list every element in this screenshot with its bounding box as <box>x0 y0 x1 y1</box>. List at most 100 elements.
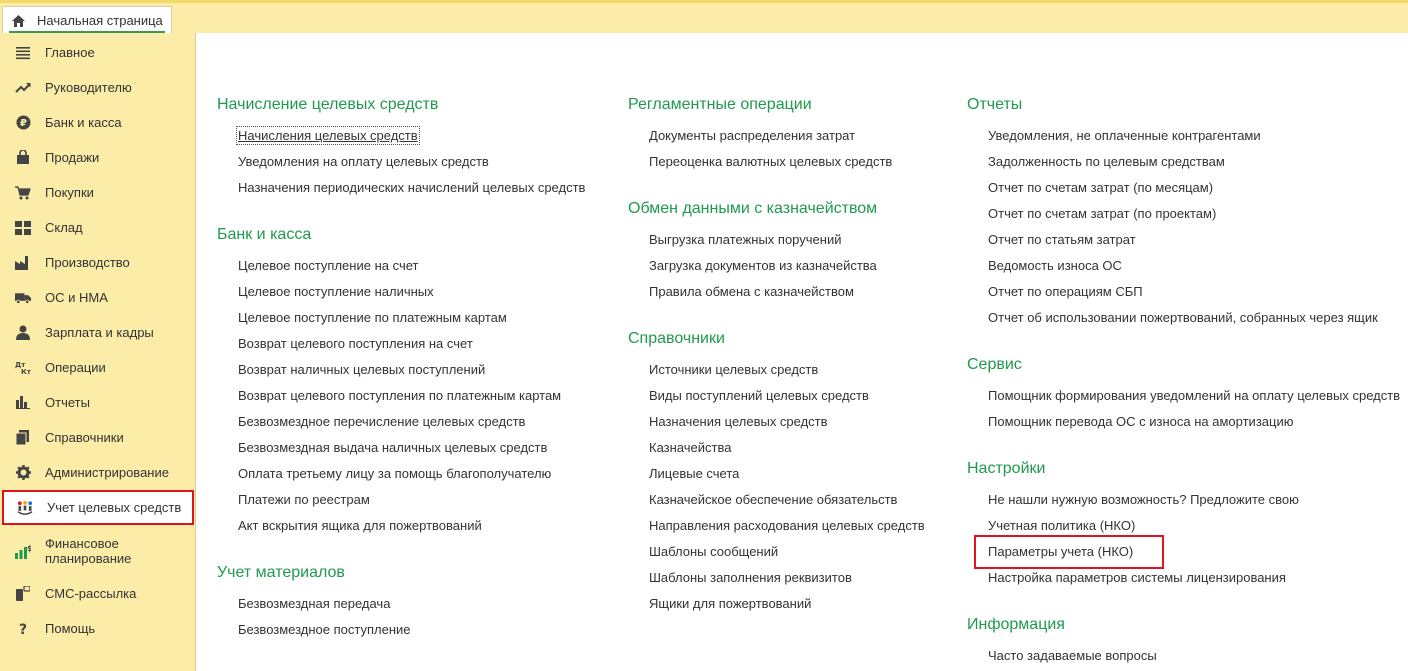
link-report-5[interactable]: Отчет по статьям затрат <box>988 232 1136 247</box>
link-bank-4[interactable]: Возврат целевого поступления на счет <box>238 336 473 351</box>
sidebar-item-label: Администрирование <box>45 465 169 480</box>
link-settings-4[interactable]: Настройка параметров системы лицензирова… <box>988 570 1286 585</box>
link-settings-2[interactable]: Учетная политика (НКО) <box>988 518 1135 533</box>
sidebar-item-label: Покупки <box>45 185 94 200</box>
link-treasury-1[interactable]: Выгрузка платежных поручений <box>649 232 841 247</box>
link-bank-5[interactable]: Возврат наличных целевых поступлений <box>238 362 485 377</box>
sidebar-item-label: ОС и НМА <box>45 290 108 305</box>
sidebar-item-bank[interactable]: ₽ Банк и касса <box>0 105 196 140</box>
link-bank-7[interactable]: Безвозмездное перечисление целевых средс… <box>238 414 525 429</box>
link-bank-11[interactable]: Акт вскрытия ящика для пожертвований <box>238 518 482 533</box>
sidebar-item-label: Финансовое планирование <box>45 536 131 566</box>
sidebar-item-target-funds[interactable]: Учет целевых средств <box>2 490 194 525</box>
sidebar-item-sms[interactable]: СМС-рассылка <box>0 576 196 611</box>
home-tab[interactable]: Начальная страница <box>2 6 172 34</box>
factory-icon <box>15 255 31 271</box>
group-title-treasury-exchange: Обмен данными с казначейством <box>628 200 878 217</box>
link-dir-10[interactable]: Ящики для пожертвований <box>649 596 811 611</box>
sidebar-item-production[interactable]: Производство <box>0 245 196 280</box>
link-dir-3[interactable]: Назначения целевых средств <box>649 414 828 429</box>
link-bank-10[interactable]: Платежи по реестрам <box>238 492 370 507</box>
sidebar-item-label: Склад <box>45 220 83 235</box>
question-icon: ? <box>15 621 31 637</box>
dt-kt-icon: Дт Кт <box>15 360 31 376</box>
sidebar-item-label: Помощь <box>45 621 96 636</box>
sidebar-item-operations[interactable]: Дт Кт Операции <box>0 350 196 385</box>
sidebar-item-sales[interactable]: Продажи <box>0 140 196 175</box>
sidebar-item-label: Продажи <box>45 150 100 165</box>
link-bank-1[interactable]: Целевое поступление на счет <box>238 258 418 273</box>
link-materials-1[interactable]: Безвозмездная передача <box>238 596 390 611</box>
link-report-7[interactable]: Отчет по операциям СБП <box>988 284 1143 299</box>
link-accounting-parameters[interactable]: Параметры учета (НКО) <box>988 544 1133 559</box>
link-report-6[interactable]: Ведомость износа ОС <box>988 258 1122 273</box>
link-dir-7[interactable]: Направления расходования целевых средств <box>649 518 925 533</box>
link-dir-5[interactable]: Лицевые счета <box>649 466 739 481</box>
link-bank-3[interactable]: Целевое поступление по платежным картам <box>238 310 507 325</box>
shopping-bag-icon <box>15 150 31 166</box>
sidebar-item-label: Главное <box>45 45 95 60</box>
link-payment-notices[interactable]: Уведомления на оплату целевых средств <box>238 154 489 169</box>
link-report-4[interactable]: Отчет по счетам затрат (по проектам) <box>988 206 1216 221</box>
link-periodic-accruals[interactable]: Назначения периодических начислений целе… <box>238 180 585 195</box>
link-settings-1[interactable]: Не нашли нужную возможность? Предложите … <box>988 492 1299 507</box>
sidebar-item-manager[interactable]: Руководителю <box>0 70 196 105</box>
sidebar-item-label: Банк и касса <box>45 115 122 130</box>
menu-lines-icon <box>15 45 31 61</box>
link-regulatory-1[interactable]: Документы распределения затрат <box>649 128 855 143</box>
link-treasury-3[interactable]: Правила обмена с казначейством <box>649 284 854 299</box>
trend-up-icon <box>15 80 31 96</box>
link-regulatory-2[interactable]: Переоценка валютных целевых средств <box>649 154 892 169</box>
group-title-regulatory: Регламентные операции <box>628 96 812 113</box>
sidebar-item-label: Операции <box>45 360 106 375</box>
link-report-3[interactable]: Отчет по счетам затрат (по месяцам) <box>988 180 1213 195</box>
link-dir-6[interactable]: Казначейское обеспечение обязательств <box>649 492 897 507</box>
link-dir-4[interactable]: Казначейства <box>649 440 731 455</box>
sidebar-item-label-line2: планирование <box>45 551 132 566</box>
sidebar-item-label: Справочники <box>45 430 124 445</box>
sidebar-item-label: СМС-рассылка <box>45 586 137 601</box>
link-dir-8[interactable]: Шаблоны сообщений <box>649 544 778 559</box>
link-dir-9[interactable]: Шаблоны заполнения реквизитов <box>649 570 852 585</box>
link-service-2[interactable]: Помощник перевода ОС с износа на амортиз… <box>988 414 1293 429</box>
link-accruals[interactable]: Начисления целевых средств <box>236 126 420 145</box>
link-faq[interactable]: Часто задаваемые вопросы <box>988 648 1157 663</box>
people-group-icon <box>17 500 33 516</box>
link-treasury-2[interactable]: Загрузка документов из казначейства <box>649 258 877 273</box>
link-bank-6[interactable]: Возврат целевого поступления по платежны… <box>238 388 561 403</box>
svg-text:₽: ₽ <box>20 118 27 129</box>
sidebar-item-admin[interactable]: Администрирование <box>0 455 196 490</box>
sidebar-item-label: Руководителю <box>45 80 132 95</box>
group-title-bank-cash: Банк и касса <box>217 226 312 243</box>
link-materials-2[interactable]: Безвозмездное поступление <box>238 622 411 637</box>
group-title-reports: Отчеты <box>967 96 1023 113</box>
top-tab-bar: Начальная страница <box>0 0 1408 34</box>
gear-icon <box>15 465 31 481</box>
link-report-1[interactable]: Уведомления, не оплаченные контрагентами <box>988 128 1261 143</box>
sidebar-item-purchases[interactable]: Покупки <box>0 175 196 210</box>
sidebar-item-help[interactable]: ? Помощь <box>0 611 196 646</box>
home-tab-label: Начальная страница <box>37 13 163 28</box>
home-icon <box>11 14 26 28</box>
link-dir-2[interactable]: Виды поступлений целевых средств <box>649 388 869 403</box>
group-title-materials: Учет материалов <box>217 564 345 581</box>
link-bank-8[interactable]: Безвозмездная выдача наличных целевых ср… <box>238 440 547 455</box>
sidebar-item-warehouse[interactable]: Склад <box>0 210 196 245</box>
truck-icon <box>15 290 31 306</box>
link-bank-9[interactable]: Оплата третьему лицу за помощь благополу… <box>238 466 551 481</box>
link-report-2[interactable]: Задолженность по целевым средствам <box>988 154 1225 169</box>
sidebar: Главное Руководителю ₽ Банк и касса Прод… <box>0 33 196 671</box>
link-bank-2[interactable]: Целевое поступление наличных <box>238 284 434 299</box>
group-title-settings: Настройки <box>967 460 1046 477</box>
sidebar-item-directories[interactable]: Справочники <box>0 420 196 455</box>
link-service-1[interactable]: Помощник формирования уведомлений на опл… <box>988 388 1400 403</box>
main-content: Начисление целевых средств Начисления це… <box>197 33 1408 671</box>
sidebar-item-finance-planning[interactable]: $ Финансовое планирование <box>0 532 196 570</box>
sidebar-item-fixed-assets[interactable]: ОС и НМА <box>0 280 196 315</box>
link-dir-1[interactable]: Источники целевых средств <box>649 362 818 377</box>
sidebar-item-salary[interactable]: Зарплата и кадры <box>0 315 196 350</box>
sidebar-item-reports[interactable]: Отчеты <box>0 385 196 420</box>
sidebar-item-label: Производство <box>45 255 130 270</box>
link-report-8[interactable]: Отчет об использовании пожертвований, со… <box>988 310 1378 325</box>
sidebar-item-main[interactable]: Главное <box>0 35 196 70</box>
